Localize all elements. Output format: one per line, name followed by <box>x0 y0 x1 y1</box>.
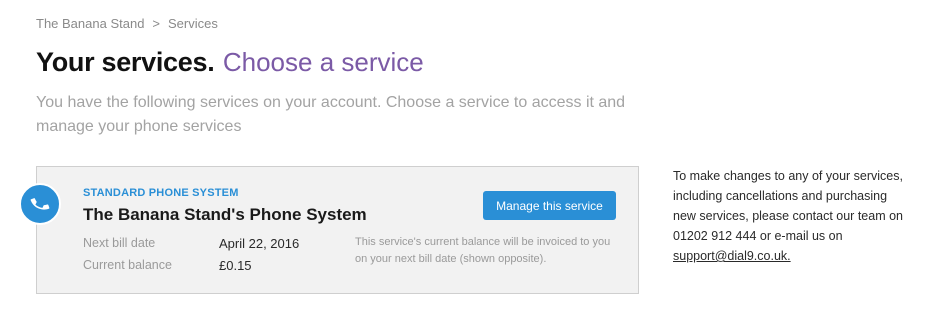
breadcrumb: The Banana Stand > Services <box>36 16 218 31</box>
service-card: STANDARD PHONE SYSTEM The Banana Stand's… <box>36 166 639 294</box>
page-title: Your services. Choose a service <box>36 43 424 86</box>
manage-service-button[interactable]: Manage this service <box>483 191 616 220</box>
sidebar-help-body: To make changes to any of your services,… <box>673 169 903 243</box>
service-name: The Banana Stand's Phone System <box>83 205 367 224</box>
phone-icon <box>19 183 61 225</box>
page-title-subtitle: Choose a service <box>222 47 424 77</box>
sidebar-help-text: To make changes to any of your services,… <box>673 166 913 266</box>
breadcrumb-current: Services <box>168 16 218 31</box>
page-title-main: Your services. <box>36 47 215 77</box>
service-type-label: STANDARD PHONE SYSTEM <box>83 187 239 199</box>
phone-icon-glyph <box>30 198 50 210</box>
next-bill-date-value: April 22, 2016 <box>219 236 300 251</box>
balance-note: This service's current balance will be i… <box>355 236 611 265</box>
page-intro: You have the following services on your … <box>36 94 626 135</box>
breadcrumb-home-link[interactable]: The Banana Stand <box>36 16 144 31</box>
current-balance-label: Current balance <box>83 258 172 272</box>
breadcrumb-separator: > <box>152 16 161 31</box>
support-email-link[interactable]: support@dial9.co.uk. <box>673 249 791 263</box>
current-balance-value: £0.15 <box>219 258 252 273</box>
next-bill-date-label: Next bill date <box>83 236 156 250</box>
